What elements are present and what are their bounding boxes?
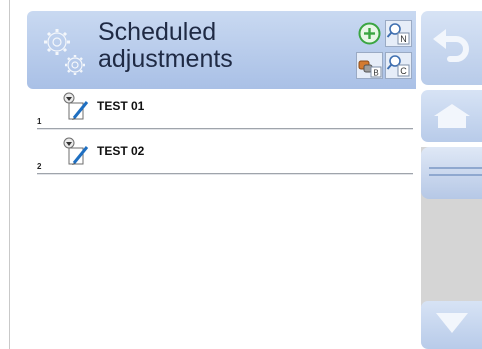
- row-divider-shadow: [37, 174, 413, 175]
- scroll-down-button[interactable]: [421, 301, 482, 349]
- header-bar: Scheduled adjustments N B C: [27, 11, 416, 89]
- search-c-icon: C: [385, 52, 412, 79]
- plus-circle-icon: [358, 22, 381, 45]
- scheduled-adjustments-screen: Scheduled adjustments N B C 1 TEST 01 2 …: [0, 0, 482, 349]
- undo-arrow-icon: [433, 29, 469, 62]
- item-name: TEST 02: [97, 144, 145, 158]
- item-number: 1: [37, 117, 42, 126]
- edit-pencil-icon: [63, 137, 89, 165]
- item-name: TEST 01: [97, 99, 145, 113]
- svg-text:C: C: [400, 66, 407, 76]
- thumb-grip-line: [429, 174, 482, 176]
- gears-icon: [44, 29, 85, 75]
- search-by-name-button[interactable]: N: [385, 20, 412, 47]
- search-by-code-button[interactable]: C: [385, 52, 412, 79]
- home-icon: [434, 104, 470, 128]
- list-item[interactable]: 2 TEST 02: [27, 135, 416, 180]
- page-title: Scheduled adjustments: [98, 19, 233, 73]
- scrollbar-thumb[interactable]: [421, 147, 482, 199]
- item-number: 2: [37, 162, 42, 171]
- scrollbar-track[interactable]: [421, 147, 482, 307]
- row-divider-shadow: [37, 129, 413, 130]
- list-item[interactable]: 1 TEST 01: [27, 90, 416, 135]
- title-line-2: adjustments: [98, 45, 233, 73]
- arrow-down-icon: [436, 313, 468, 333]
- svg-text:N: N: [400, 34, 407, 44]
- weights-filter-icon: B: [356, 52, 383, 79]
- thumb-grip-line: [429, 167, 482, 169]
- add-button[interactable]: [356, 20, 383, 47]
- svg-text:B: B: [373, 69, 378, 78]
- back-button[interactable]: [421, 11, 482, 85]
- home-button[interactable]: [421, 90, 482, 142]
- edit-pencil-icon: [63, 92, 89, 120]
- search-n-icon: N: [385, 20, 412, 47]
- filter-button[interactable]: B: [356, 52, 383, 79]
- frame-border: [9, 0, 10, 349]
- title-line-1: Scheduled: [98, 18, 217, 46]
- adjustments-list: 1 TEST 01 2 TEST 02: [27, 90, 416, 180]
- navigation-panel: [421, 11, 482, 349]
